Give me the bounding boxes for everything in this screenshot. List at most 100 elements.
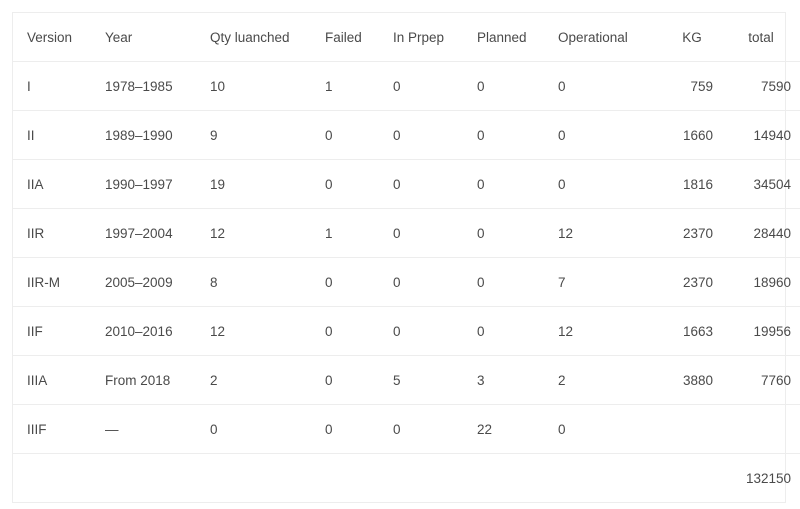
cell-version: IIR-M	[13, 257, 105, 307]
cell-total: 7760	[721, 355, 800, 405]
summary-cell-failed	[325, 454, 393, 503]
cell-year: 1997–2004	[105, 208, 210, 258]
cell-total: 14940	[721, 110, 800, 160]
cell-kg	[663, 404, 721, 454]
cell-planned: 0	[477, 110, 558, 160]
cell-kg: 1660	[663, 110, 721, 160]
table-row[interactable]: IIR 1997–2004 12 1 0 0 12 2370 28440	[13, 208, 800, 258]
gps-satellite-version-table: Version Year Qty luanched Failed In Prpe…	[13, 13, 800, 502]
cell-failed: 1	[325, 208, 393, 258]
column-header-operational[interactable]: Operational	[558, 13, 663, 62]
cell-year: 1989–1990	[105, 110, 210, 160]
cell-failed: 1	[325, 61, 393, 111]
data-table-container: Version Year Qty luanched Failed In Prpe…	[12, 12, 800, 503]
cell-operational: 12	[558, 306, 663, 356]
cell-kg: 3880	[663, 355, 721, 405]
summary-cell-planned	[477, 454, 558, 503]
table-row[interactable]: II 1989–1990 9 0 0 0 0 1660 14940	[13, 110, 800, 160]
table-row[interactable]: IIIF — 0 0 0 22 0	[13, 404, 800, 454]
cell-failed: 0	[325, 110, 393, 160]
summary-cell-version	[13, 454, 105, 503]
cell-in-prep: 5	[393, 355, 477, 405]
cell-qty-launched: 8	[210, 257, 325, 307]
cell-qty-launched: 19	[210, 159, 325, 209]
cell-year: 1978–1985	[105, 61, 210, 111]
cell-version: IIIA	[13, 355, 105, 405]
cell-planned: 3	[477, 355, 558, 405]
cell-planned: 0	[477, 306, 558, 356]
cell-qty-launched: 10	[210, 61, 325, 111]
cell-operational: 0	[558, 404, 663, 454]
column-header-kg[interactable]: KG	[663, 13, 721, 62]
cell-failed: 0	[325, 306, 393, 356]
cell-year: 1990–1997	[105, 159, 210, 209]
summary-cell-operational	[558, 454, 663, 503]
cell-operational: 2	[558, 355, 663, 405]
cell-planned: 0	[477, 208, 558, 258]
table-row[interactable]: I 1978–1985 10 1 0 0 0 759 7590	[13, 61, 800, 111]
cell-failed: 0	[325, 404, 393, 454]
cell-version: IIA	[13, 159, 105, 209]
cell-in-prep: 0	[393, 110, 477, 160]
cell-planned: 0	[477, 61, 558, 111]
cell-in-prep: 0	[393, 404, 477, 454]
cell-total: 7590	[721, 61, 800, 111]
cell-year: —	[105, 404, 210, 454]
cell-planned: 0	[477, 257, 558, 307]
cell-failed: 0	[325, 159, 393, 209]
cell-operational: 7	[558, 257, 663, 307]
cell-kg: 1663	[663, 306, 721, 356]
cell-total: 18960	[721, 257, 800, 307]
column-header-version[interactable]: Version	[13, 13, 105, 62]
summary-cell-year	[105, 454, 210, 503]
cell-operational: 12	[558, 208, 663, 258]
cell-in-prep: 0	[393, 159, 477, 209]
cell-version: IIF	[13, 306, 105, 356]
table-header: Version Year Qty luanched Failed In Prpe…	[13, 13, 800, 62]
cell-planned: 22	[477, 404, 558, 454]
table-row[interactable]: IIA 1990–1997 19 0 0 0 0 1816 34504	[13, 159, 800, 209]
cell-qty-launched: 9	[210, 110, 325, 160]
cell-total: 19956	[721, 306, 800, 356]
cell-in-prep: 0	[393, 257, 477, 307]
cell-qty-launched: 12	[210, 306, 325, 356]
cell-year: 2005–2009	[105, 257, 210, 307]
cell-kg: 2370	[663, 257, 721, 307]
cell-total: 28440	[721, 208, 800, 258]
column-header-failed[interactable]: Failed	[325, 13, 393, 62]
column-header-qty-launched[interactable]: Qty luanched	[210, 13, 325, 62]
column-header-in-prep[interactable]: In Prpep	[393, 13, 477, 62]
table-row[interactable]: IIR-M 2005–2009 8 0 0 0 7 2370 18960	[13, 257, 800, 307]
cell-failed: 0	[325, 355, 393, 405]
cell-version: I	[13, 61, 105, 111]
cell-kg: 1816	[663, 159, 721, 209]
cell-version: IIIF	[13, 404, 105, 454]
cell-in-prep: 0	[393, 306, 477, 356]
cell-in-prep: 0	[393, 61, 477, 111]
table-row[interactable]: IIF 2010–2016 12 0 0 0 12 1663 19956	[13, 306, 800, 356]
cell-planned: 0	[477, 159, 558, 209]
table-row[interactable]: IIIA From 2018 2 0 5 3 2 3880 7760	[13, 355, 800, 405]
cell-year: 2010–2016	[105, 306, 210, 356]
cell-operational: 0	[558, 159, 663, 209]
cell-total: 34504	[721, 159, 800, 209]
table-body: I 1978–1985 10 1 0 0 0 759 7590 II 1989–…	[13, 61, 800, 503]
cell-kg: 759	[663, 61, 721, 111]
cell-operational: 0	[558, 110, 663, 160]
cell-qty-launched: 0	[210, 404, 325, 454]
cell-version: II	[13, 110, 105, 160]
summary-cell-grand-total: 132150	[745, 470, 791, 486]
summary-cell-kg	[663, 454, 721, 503]
summary-cell-qty-launched	[210, 454, 325, 503]
cell-kg: 2370	[663, 208, 721, 258]
table-header-row: Version Year Qty luanched Failed In Prpe…	[13, 13, 800, 62]
column-header-year[interactable]: Year	[105, 13, 210, 62]
column-header-total[interactable]: total	[721, 13, 800, 62]
cell-in-prep: 0	[393, 208, 477, 258]
summary-cell-in-prep	[393, 454, 477, 503]
cell-total	[721, 404, 800, 454]
table-summary-row: 132150	[13, 454, 800, 503]
cell-qty-launched: 2	[210, 355, 325, 405]
column-header-planned[interactable]: Planned	[477, 13, 558, 62]
cell-qty-launched: 12	[210, 208, 325, 258]
